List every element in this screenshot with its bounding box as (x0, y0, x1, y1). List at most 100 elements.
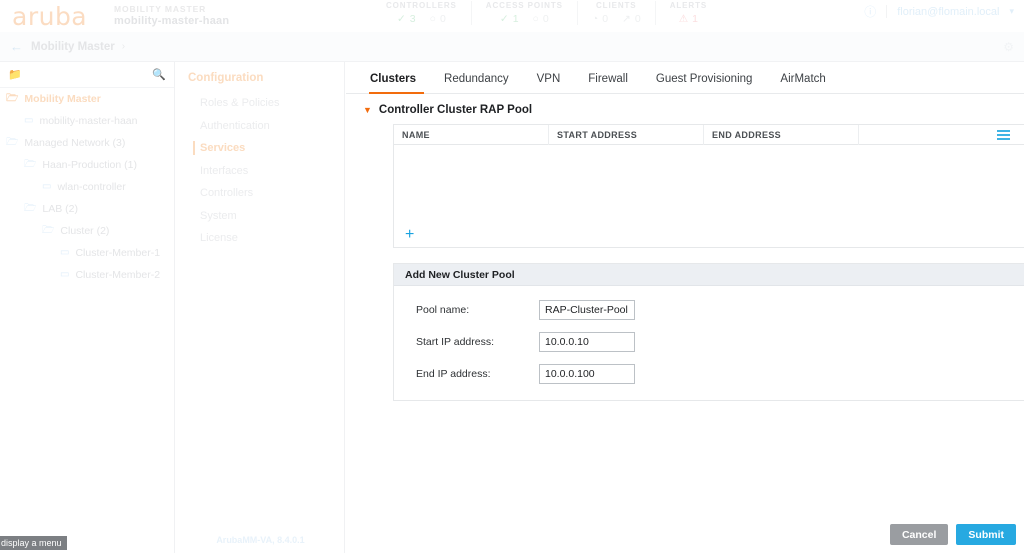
tree-node-label: Mobility Master (24, 93, 101, 105)
stat-wireless-clients: 0 (602, 13, 609, 25)
section-header[interactable]: ▼ Controller Cluster RAP Pool (346, 94, 1024, 124)
stat-alerts-label: ALERTS (669, 1, 708, 10)
tree-node-lab-2[interactable]: 🗁 LAB (2) (0, 198, 174, 220)
column-header-name[interactable]: NAME (394, 124, 549, 145)
stat-access-points[interactable]: ACCESS POINTS ✓ 1 ○ 0 (472, 1, 578, 25)
tree-node-haan-production-1[interactable]: 🗁 Haan-Production (1) (0, 154, 174, 176)
tree-search-bar[interactable]: 📁 🔍 (0, 62, 174, 88)
tree-node-label: Cluster (2) (60, 225, 110, 237)
account-email[interactable]: florian@flomain.local (897, 6, 999, 18)
end-ip-input[interactable] (539, 364, 635, 384)
tree-node-mobility-master[interactable]: 🗁 Mobility Master (0, 88, 174, 110)
tree-node-label: Haan-Production (1) (42, 159, 137, 171)
controller-icon: ▭ (42, 181, 52, 192)
tree-node-cluster-member-2[interactable]: ▭ Cluster-Member-2 (0, 264, 174, 286)
submit-button[interactable]: Submit (956, 524, 1016, 545)
gear-icon[interactable]: ⚙ (1003, 40, 1014, 54)
tree-node-wlan-controller[interactable]: ▭ wlan-controller (0, 176, 174, 198)
breadcrumb-label[interactable]: Mobility Master (31, 41, 115, 53)
folder-icon: 🗁 (24, 159, 37, 170)
tree-node-cluster-member-1[interactable]: ▭ Cluster-Member-1 (0, 242, 174, 264)
configuration-item-list: Roles & Policies Authentication Services In… (176, 92, 344, 250)
folder-icon: 🗁 (42, 225, 55, 236)
config-item-roles-policies[interactable]: Roles & Policies (176, 92, 344, 115)
hamburger-menu-icon[interactable] (997, 129, 1010, 140)
chevron-down-icon[interactable]: ▼ (363, 105, 372, 115)
cancel-button[interactable]: Cancel (889, 524, 949, 545)
stat-controllers[interactable]: CONTROLLERS ✓ 3 ○ 0 (372, 1, 472, 25)
stat-ap-up: 1 (512, 13, 519, 25)
tree-node-mobility-master-haan[interactable]: ▭ mobility-master-haan (0, 110, 174, 132)
configuration-title: Configuration (188, 72, 264, 84)
folder-icon: 🗁 (6, 93, 19, 104)
stat-wired-clients: 0 (634, 13, 641, 25)
plus-icon[interactable]: + (405, 227, 414, 243)
stat-access-points-label: ACCESS POINTS (485, 1, 563, 10)
controller-icon: ▭ (24, 115, 34, 126)
config-item-license[interactable]: License (176, 227, 344, 250)
controller-icon: ▭ (60, 269, 70, 280)
tree-node-list: 🗁 Mobility Master ▭ mobility-master-haan 🗁 Ma… (0, 88, 174, 286)
form-field-list: Pool name: Start IP address: End IP addres… (394, 286, 1024, 400)
config-item-interfaces[interactable]: Interfaces (176, 160, 344, 183)
tree-node-label: Cluster-Member-1 (75, 247, 161, 259)
rap-pool-table: NAME START ADDRESS END ADDRESS + (393, 124, 1024, 248)
dot-circle-icon: ○ 0 (532, 12, 549, 25)
stat-ap-down: 0 (542, 13, 549, 25)
tab-clusters[interactable]: Clusters (363, 73, 430, 94)
start-ip-label: Start IP address: (416, 336, 495, 348)
aruba-mobility-master-app: aruba MOBILITY MASTER mobility-master-ha… (0, 0, 1024, 553)
tree-node-managed-network-3[interactable]: 🗁 Managed Network (3) (0, 132, 174, 154)
stat-alerts[interactable]: ALERTS ⚠ 1 (656, 1, 721, 25)
column-header-actions (859, 125, 1024, 145)
stat-controllers-up: 3 (409, 13, 416, 25)
config-item-controllers[interactable]: Controllers (176, 182, 344, 205)
device-type-label: MOBILITY MASTER (114, 3, 207, 14)
stat-controllers-down: 0 (439, 13, 446, 25)
column-header-end-address[interactable]: END ADDRESS (704, 124, 859, 145)
table-header-row: NAME START ADDRESS END ADDRESS (394, 124, 1024, 145)
end-ip-label: End IP address: (416, 368, 491, 380)
add-cluster-pool-form: Add New Cluster Pool Pool name: Start IP … (393, 263, 1024, 401)
help-circle-icon[interactable]: ⓘ (864, 3, 876, 20)
start-ip-input[interactable] (539, 332, 635, 352)
form-title: Add New Cluster Pool (394, 264, 1024, 286)
tree-node-label: wlan-controller (57, 181, 126, 193)
aruba-logo[interactable]: aruba (12, 4, 94, 29)
tab-redundancy[interactable]: Redundancy (430, 73, 523, 93)
form-row-end-ip: End IP address: (394, 361, 1024, 387)
wired-client-icon: ↗ 0 (622, 12, 641, 25)
arrow-left-icon[interactable]: ← (10, 39, 23, 54)
breadcrumb-separator: › (121, 41, 126, 52)
wifi-icon: ◔ 0 (591, 12, 609, 25)
version-label: ArubaMM-VA, 8.4.0.1 (216, 535, 305, 545)
folder-icon: 🗁 (24, 203, 37, 214)
tree-node-label: mobility-master-haan (39, 115, 138, 127)
tree-node-label: Managed Network (3) (24, 137, 126, 149)
network-tree-pane: 📁 🔍 🗁 Mobility Master ▭ mobility-master-haa… (0, 62, 175, 553)
pool-name-input[interactable] (539, 300, 635, 320)
chevron-down-icon[interactable]: ▾ (1009, 6, 1014, 17)
form-row-start-ip: Start IP address: (394, 329, 1024, 355)
section-title: Controller Cluster RAP Pool (378, 104, 533, 116)
tab-firewall[interactable]: Firewall (574, 73, 642, 93)
stat-clients-label: CLIENTS (596, 1, 637, 10)
tree-node-label: Cluster-Member-2 (75, 269, 161, 281)
config-item-system[interactable]: System (176, 205, 344, 228)
tab-vpn[interactable]: VPN (523, 73, 575, 93)
column-header-start-address[interactable]: START ADDRESS (549, 124, 704, 145)
config-item-services[interactable]: Services (176, 137, 344, 160)
search-icon[interactable]: 🔍 (152, 68, 166, 81)
config-item-authentication[interactable]: Authentication (176, 115, 344, 138)
tab-airmatch[interactable]: AirMatch (766, 73, 839, 93)
stat-alerts-count: 1 (692, 13, 699, 25)
dot-circle-icon: ○ 0 (429, 12, 446, 25)
breadcrumb: ← Mobility Master › ⚙ (0, 32, 1024, 62)
pool-name-label: Pool name: (416, 304, 470, 316)
top-bar: aruba MOBILITY MASTER mobility-master-ha… (0, 0, 1024, 32)
controller-icon: ▭ (60, 247, 70, 258)
folder-cursor-icon[interactable]: 📁 (8, 68, 22, 81)
tree-node-cluster-2[interactable]: 🗁 Cluster (2) (0, 220, 174, 242)
stat-clients[interactable]: CLIENTS ◔ 0 ↗ 0 (578, 1, 656, 25)
tab-guest-provisioning[interactable]: Guest Provisioning (642, 73, 767, 93)
